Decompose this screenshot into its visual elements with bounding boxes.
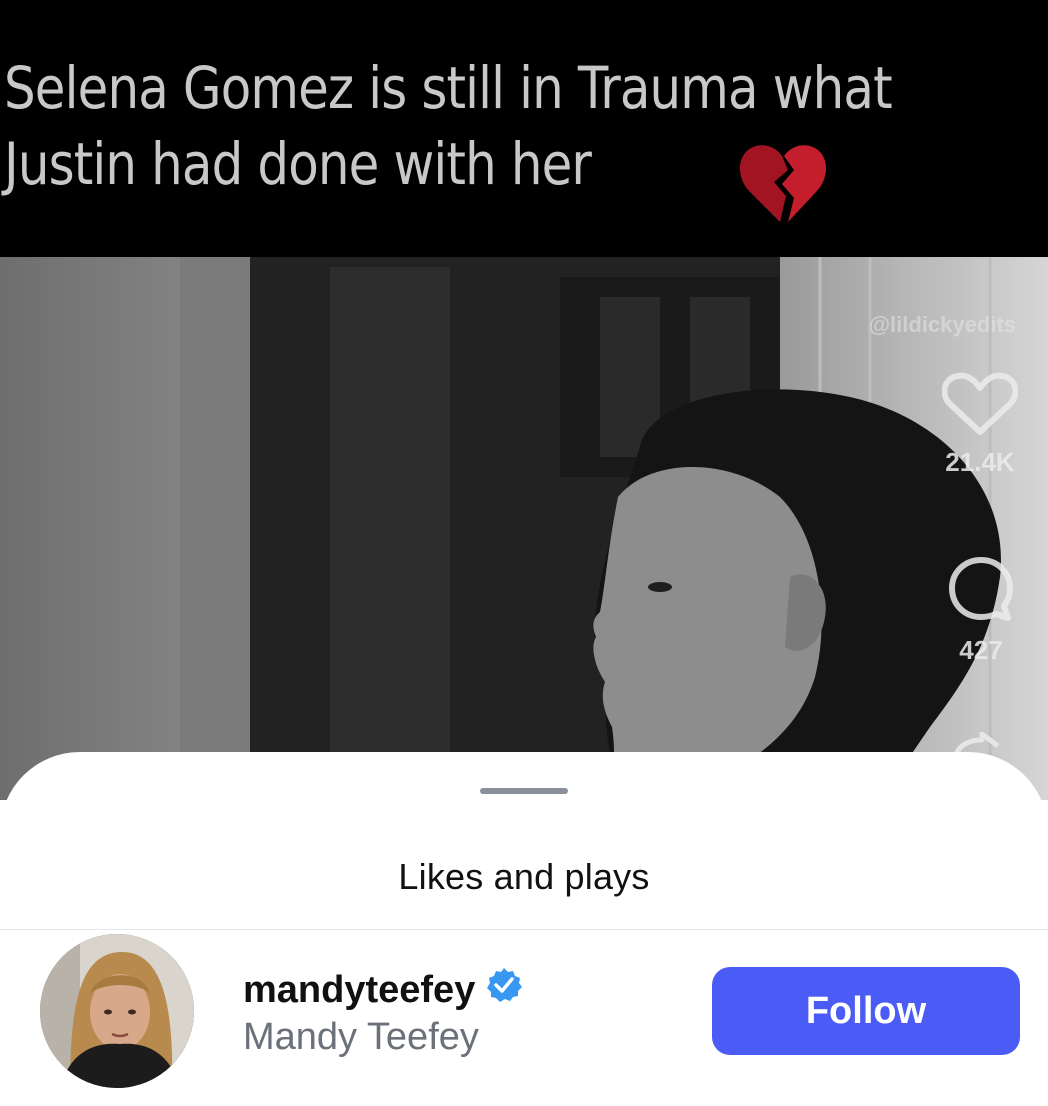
username-text: mandyteefey — [243, 968, 476, 1011]
avatar[interactable] — [40, 934, 194, 1088]
username[interactable]: mandyteefey — [243, 966, 523, 1014]
comment-icon — [946, 554, 1016, 629]
like-action[interactable]: 21.4K — [941, 372, 1019, 478]
broken-heart-icon — [736, 140, 828, 231]
like-count: 21.4K — [945, 447, 1015, 477]
comment-count: 427 — [959, 635, 1003, 665]
video-watermark: @lildickyedits — [868, 312, 1016, 337]
likes-bottom-sheet: Likes and plays mandyteefey Mandy Teefey… — [0, 752, 1048, 1106]
user-full-name: Mandy Teefey — [243, 1016, 479, 1058]
follow-button[interactable]: Follow — [712, 967, 1020, 1055]
divider — [0, 929, 1048, 930]
verified-badge-icon — [485, 966, 523, 1014]
sheet-title: Likes and plays — [398, 856, 650, 897]
video-frame — [0, 257, 1048, 800]
comment-action[interactable]: 427 — [946, 554, 1016, 666]
caption-bar: Selena Gomez is still in Trauma what Jus… — [0, 0, 1048, 257]
sheet-drag-handle[interactable] — [480, 788, 568, 794]
video-player[interactable]: Selena Gomez is still in Trauma what Jus… — [0, 0, 1048, 800]
heart-icon — [941, 372, 1019, 441]
